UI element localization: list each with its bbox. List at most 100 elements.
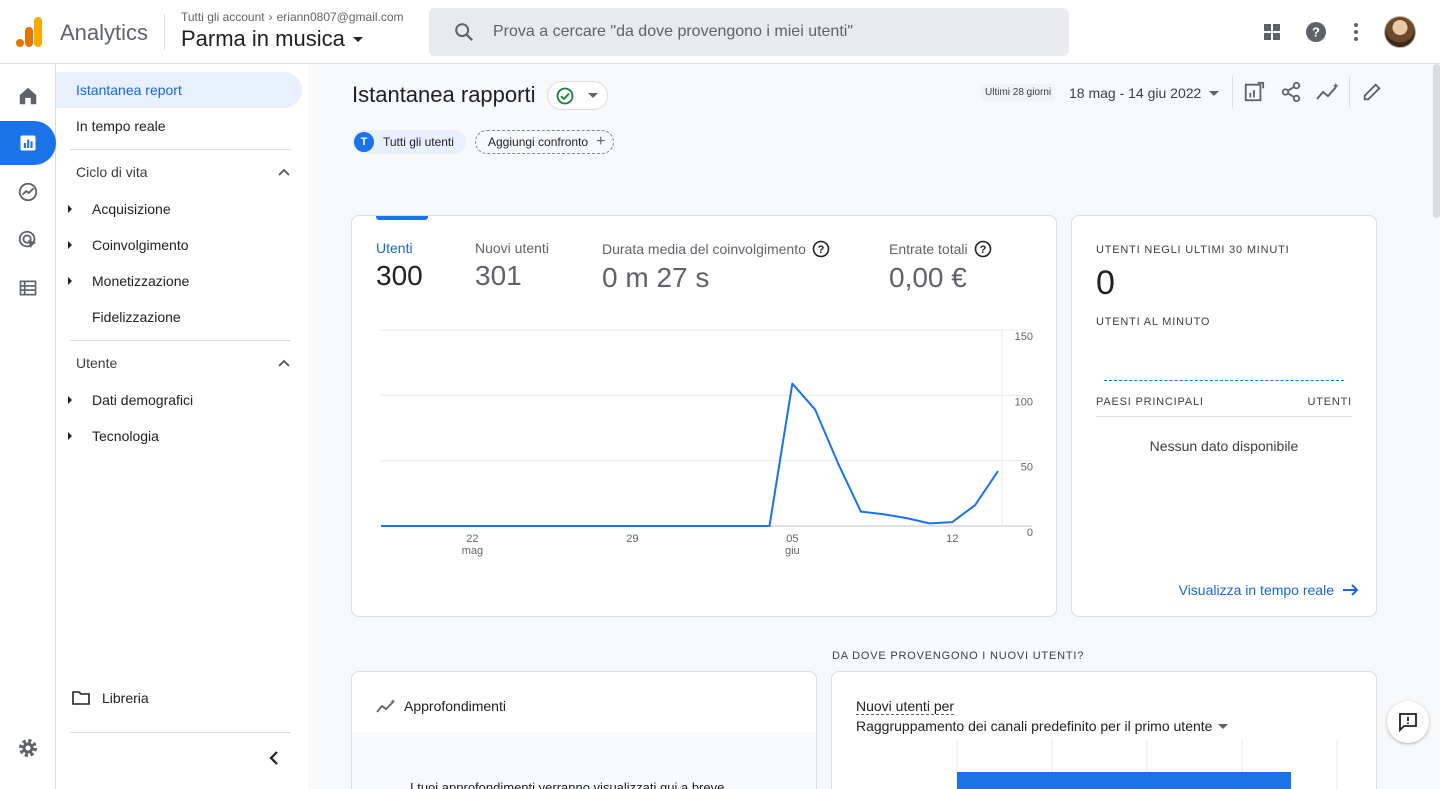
svg-text:✦: ✦ — [390, 698, 396, 706]
property-name: Parma in musica — [181, 26, 345, 51]
nav-section-lifecycle[interactable]: Ciclo di vita — [76, 164, 290, 180]
kpi-value: 0 m 27 s — [602, 262, 710, 293]
nav-item-label: Fidelizzazione — [92, 309, 181, 325]
help-icon[interactable]: ? — [1304, 20, 1328, 44]
insights-header: ✦ Approfondimenti — [376, 698, 506, 714]
search-bar[interactable]: Prova a cercare "da dove provengono i mi… — [429, 8, 1069, 56]
svg-text:?: ? — [818, 244, 825, 256]
help-outline-icon[interactable]: ? — [812, 240, 830, 258]
add-comparison-button[interactable]: Aggiungi confronto + — [475, 130, 615, 154]
nav-divider — [70, 732, 291, 733]
rail-reports[interactable] — [0, 121, 56, 165]
new-users-card: Nuovi utenti per Raggruppamento dei cana… — [831, 671, 1377, 789]
analytics-logo[interactable] — [16, 17, 42, 47]
kpi-tab-engagement-time[interactable]: Durata media del coinvolgimento? 0 m 27 … — [602, 240, 830, 294]
help-outline-icon[interactable]: ? — [974, 240, 992, 258]
kpi-value: 0,00 € — [889, 262, 967, 293]
kpi-chart-card: Utenti 300 Nuovi utenti 301 Durata media… — [351, 215, 1057, 617]
section-label: DA DOVE PROVENGONO I NUOVI UTENTI? — [832, 650, 1085, 662]
property-selector[interactable]: Parma in musica — [181, 26, 363, 52]
folder-icon — [72, 691, 90, 705]
more-vert-icon[interactable] — [1344, 20, 1368, 44]
feedback-button[interactable] — [1387, 701, 1429, 743]
dimension-selector[interactable]: Raggruppamento dei canali predefinito pe… — [856, 718, 1229, 734]
collapse-nav-button[interactable] — [268, 750, 280, 771]
per-minute-sparkline — [1104, 380, 1344, 381]
nav-item-retention[interactable]: Fidelizzazione — [68, 309, 181, 325]
link-label: Visualizza in tempo reale — [1178, 582, 1334, 598]
nav-item-monetization[interactable]: Monetizzazione — [68, 273, 189, 289]
dropdown-caret-icon — [588, 93, 598, 98]
share-icon[interactable] — [1280, 81, 1302, 103]
insights-icon: ✦ — [376, 698, 396, 713]
nav-divider — [70, 149, 291, 150]
nav-item-demographics[interactable]: Dati demografici — [68, 392, 193, 408]
x-tick-month-label: mag — [462, 545, 483, 557]
dropdown-caret-icon — [1218, 723, 1229, 729]
date-range-picker[interactable]: 18 mag - 14 giu 2022 — [1069, 85, 1220, 101]
dropdown-caret-icon — [352, 36, 363, 42]
no-data-message: Nessun dato disponibile — [1149, 438, 1299, 454]
chevron-up-icon — [278, 168, 290, 176]
search-placeholder: Prova a cercare "da dove provengono i mi… — [493, 23, 854, 40]
kpi-tab-users[interactable]: Utenti 300 — [376, 240, 423, 292]
view-realtime-link[interactable]: Visualizza in tempo reale — [1179, 582, 1360, 598]
page-title: Istantanea rapporti — [352, 82, 536, 107]
arrow-right-icon — [1343, 584, 1359, 596]
cursor-target-icon — [18, 230, 37, 249]
new-users-title: Nuovi utenti per — [856, 698, 955, 715]
page-scrollbar[interactable] — [1433, 64, 1440, 218]
nav-divider — [70, 340, 291, 341]
kpi-tab-new-users[interactable]: Nuovi utenti 301 — [475, 240, 549, 292]
nav-realtime[interactable]: In tempo reale — [56, 108, 302, 144]
insights-text: I tuoi approfondimenti verranno visualiz… — [410, 780, 725, 789]
feedback-icon — [1399, 713, 1417, 732]
nav-item-label: Monetizzazione — [92, 273, 190, 289]
bar-chart-icon — [20, 135, 36, 151]
y-tick-label: 100 — [1015, 396, 1033, 408]
nav-snapshot[interactable]: Istantanea report — [56, 72, 302, 108]
segment-chip-all-users[interactable]: T Tutti gli utenti — [352, 130, 466, 154]
insights-icon[interactable]: ✦ — [1315, 81, 1339, 103]
edit-pencil-icon[interactable] — [1361, 81, 1383, 103]
kpi-tab-revenue[interactable]: Entrate totali? 0,00 € — [889, 240, 992, 294]
rail-configure[interactable] — [0, 266, 56, 310]
expand-arrow-icon — [68, 241, 72, 249]
avatar[interactable] — [1384, 16, 1416, 48]
insights-title: Approfondimenti — [404, 698, 506, 714]
nav-item-technology[interactable]: Tecnologia — [68, 428, 159, 444]
search-icon — [455, 23, 474, 42]
rail-home[interactable] — [0, 74, 56, 118]
apps-grid-icon[interactable] — [1260, 20, 1284, 44]
date-range-text: 18 mag - 14 giu 2022 — [1069, 85, 1202, 101]
expand-arrow-icon — [68, 396, 72, 404]
add-comparison-label: Aggiungi confronto — [488, 135, 589, 149]
account-breadcrumb[interactable]: Tutti gli account › eriann0807@gmail.com — [181, 10, 404, 24]
segment-label: Tutti gli utenti — [383, 135, 454, 149]
nav-item-acquisition[interactable]: Acquisizione — [68, 201, 171, 217]
nav-item-label: Tecnologia — [92, 428, 159, 444]
kpi-value: 300 — [376, 260, 423, 291]
kpi-label: Durata media del coinvolgimento — [602, 241, 806, 257]
left-rail — [0, 64, 56, 789]
customize-report-icon[interactable] — [1243, 81, 1265, 103]
date-preset-label: Ultimi 28 giorni — [981, 84, 1056, 101]
explore-icon — [18, 182, 38, 202]
kpi-label: Nuovi utenti — [475, 240, 549, 256]
report-status-dropdown[interactable] — [547, 81, 608, 110]
nav-item-engagement[interactable]: Coinvolgimento — [68, 237, 189, 253]
col-countries: PAESI PRINCIPALI — [1096, 396, 1204, 408]
series-line — [381, 382, 999, 527]
y-tick-label: 0 — [1027, 527, 1033, 539]
rail-advertising[interactable] — [0, 218, 56, 262]
nav-library[interactable]: Libreria — [72, 690, 149, 706]
nav-section-user[interactable]: Utente — [76, 355, 290, 371]
dimension-label: Raggruppamento dei canali predefinito pe… — [856, 718, 1213, 734]
y-tick-label: 150 — [1015, 331, 1033, 343]
rail-explore[interactable] — [0, 170, 56, 214]
settings-button[interactable] — [16, 736, 40, 765]
active-tab-indicator — [376, 216, 428, 220]
nav-item-label: Acquisizione — [92, 201, 171, 217]
kpi-value: 301 — [475, 260, 522, 291]
realtime-card: UTENTI NEGLI ULTIMI 30 MINUTI 0 UTENTI A… — [1071, 215, 1377, 617]
